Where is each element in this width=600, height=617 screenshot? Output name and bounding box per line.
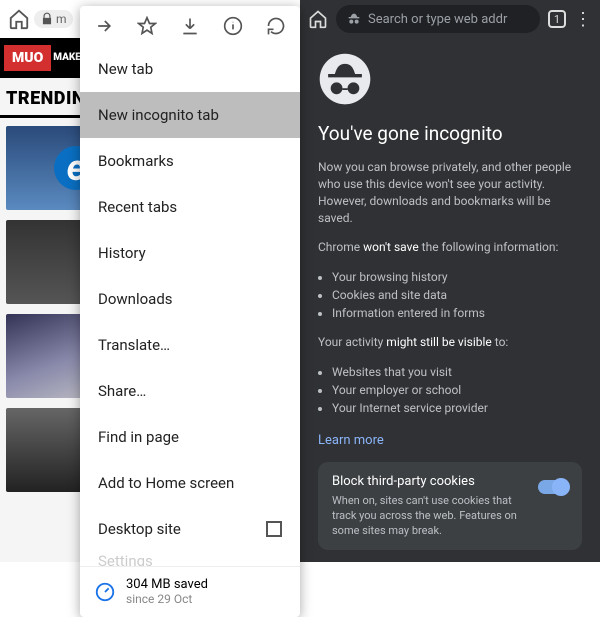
visible-list: Websites that you visit Your employer or… bbox=[318, 363, 582, 417]
url-text: m bbox=[56, 12, 67, 26]
menu-item-recent-tabs[interactable]: Recent tabs bbox=[80, 184, 300, 230]
list-item: Cookies and site data bbox=[332, 286, 582, 304]
address-bar[interactable]: m bbox=[34, 10, 73, 28]
home-icon[interactable] bbox=[8, 8, 30, 30]
learn-more-link[interactable]: Learn more bbox=[318, 433, 384, 448]
menu-item-find-in-page[interactable]: Find in page bbox=[80, 414, 300, 460]
reload-icon[interactable] bbox=[266, 16, 286, 36]
wont-save-list: Your browsing history Cookies and site d… bbox=[318, 268, 582, 322]
data-saver-text: 304 MB saved since 29 Oct bbox=[126, 577, 208, 607]
data-saver-amount: 304 MB saved bbox=[126, 577, 208, 592]
incognito-title: You've gone incognito bbox=[318, 122, 582, 145]
menu-label: Translate… bbox=[98, 336, 170, 354]
overflow-menu: New tab New incognito tab Bookmarks Rece… bbox=[80, 6, 300, 617]
menu-label: Add to Home screen bbox=[98, 474, 234, 492]
menu-item-translate[interactable]: Translate… bbox=[80, 322, 300, 368]
menu-label: New incognito tab bbox=[98, 106, 219, 124]
menu-item-settings-cut[interactable]: Settings bbox=[80, 552, 300, 566]
list-item: Websites that you visit bbox=[332, 363, 582, 381]
site-logo: MUO bbox=[4, 45, 51, 71]
data-saver-since: since 29 Oct bbox=[126, 592, 208, 607]
list-item: Your employer or school bbox=[332, 381, 582, 399]
lock-icon bbox=[40, 12, 54, 26]
incognito-intro: Now you can browse privately, and other … bbox=[318, 159, 582, 227]
data-saver-row[interactable]: 304 MB saved since 29 Oct bbox=[80, 566, 300, 617]
menu-label: Downloads bbox=[98, 290, 173, 308]
tab-count-value: 1 bbox=[554, 13, 560, 26]
menu-item-history[interactable]: History bbox=[80, 230, 300, 276]
menu-item-desktop-site[interactable]: Desktop site bbox=[80, 506, 300, 552]
home-icon[interactable] bbox=[308, 9, 328, 29]
menu-label: Recent tabs bbox=[98, 198, 177, 216]
list-item: Information entered in forms bbox=[332, 304, 582, 322]
menu-item-new-incognito-tab[interactable]: New incognito tab bbox=[80, 92, 300, 138]
menu-item-downloads[interactable]: Downloads bbox=[80, 276, 300, 322]
list-item: Your Internet service provider bbox=[332, 399, 582, 417]
block-cookies-card: Block third-party cookies When on, sites… bbox=[318, 462, 582, 550]
menu-label: History bbox=[98, 244, 146, 262]
menu-label: Bookmarks bbox=[98, 152, 174, 170]
cookie-desc: When on, sites can't use cookies that tr… bbox=[332, 493, 528, 538]
data-saver-icon bbox=[94, 581, 116, 603]
menu-label: Desktop site bbox=[98, 520, 181, 538]
more-menu-icon[interactable]: ⋮ bbox=[574, 9, 592, 30]
menu-label: Settings bbox=[98, 552, 153, 566]
incognito-body: You've gone incognito Now you can browse… bbox=[300, 38, 600, 550]
wont-save-heading: Chrome won't save the following informat… bbox=[318, 239, 582, 256]
menu-label: Find in page bbox=[98, 428, 179, 446]
block-cookies-toggle[interactable] bbox=[538, 480, 568, 494]
menu-item-share[interactable]: Share… bbox=[80, 368, 300, 414]
search-placeholder: Search or type web addr bbox=[368, 12, 507, 27]
cookie-title: Block third-party cookies bbox=[332, 474, 528, 489]
menu-item-new-tab[interactable]: New tab bbox=[80, 46, 300, 92]
menu-item-add-to-home[interactable]: Add to Home screen bbox=[80, 460, 300, 506]
info-icon[interactable] bbox=[223, 16, 243, 36]
bookmark-star-icon[interactable] bbox=[137, 16, 157, 36]
list-item: Your browsing history bbox=[332, 268, 582, 286]
chrome-normal-screenshot: m MUO MAKE USE OF TRENDIN New tab New in… bbox=[0, 0, 300, 562]
visible-heading: Your activity might still be visible to: bbox=[318, 334, 582, 351]
incognito-hero-icon bbox=[318, 52, 372, 106]
menu-label: New tab bbox=[98, 60, 153, 78]
incognito-screenshot: Search or type web addr 1 ⋮ You've gone … bbox=[300, 0, 600, 562]
forward-icon[interactable] bbox=[94, 16, 114, 36]
incognito-icon bbox=[346, 11, 362, 27]
cookie-text: Block third-party cookies When on, sites… bbox=[332, 474, 528, 538]
menu-label: Share… bbox=[98, 382, 146, 400]
menu-item-bookmarks[interactable]: Bookmarks bbox=[80, 138, 300, 184]
incognito-toolbar: Search or type web addr 1 ⋮ bbox=[300, 0, 600, 38]
search-bar[interactable]: Search or type web addr bbox=[336, 5, 540, 33]
download-icon[interactable] bbox=[180, 16, 200, 36]
desktop-site-checkbox[interactable] bbox=[266, 521, 282, 537]
menu-icon-row bbox=[80, 6, 300, 46]
tab-switcher[interactable]: 1 bbox=[548, 10, 566, 28]
